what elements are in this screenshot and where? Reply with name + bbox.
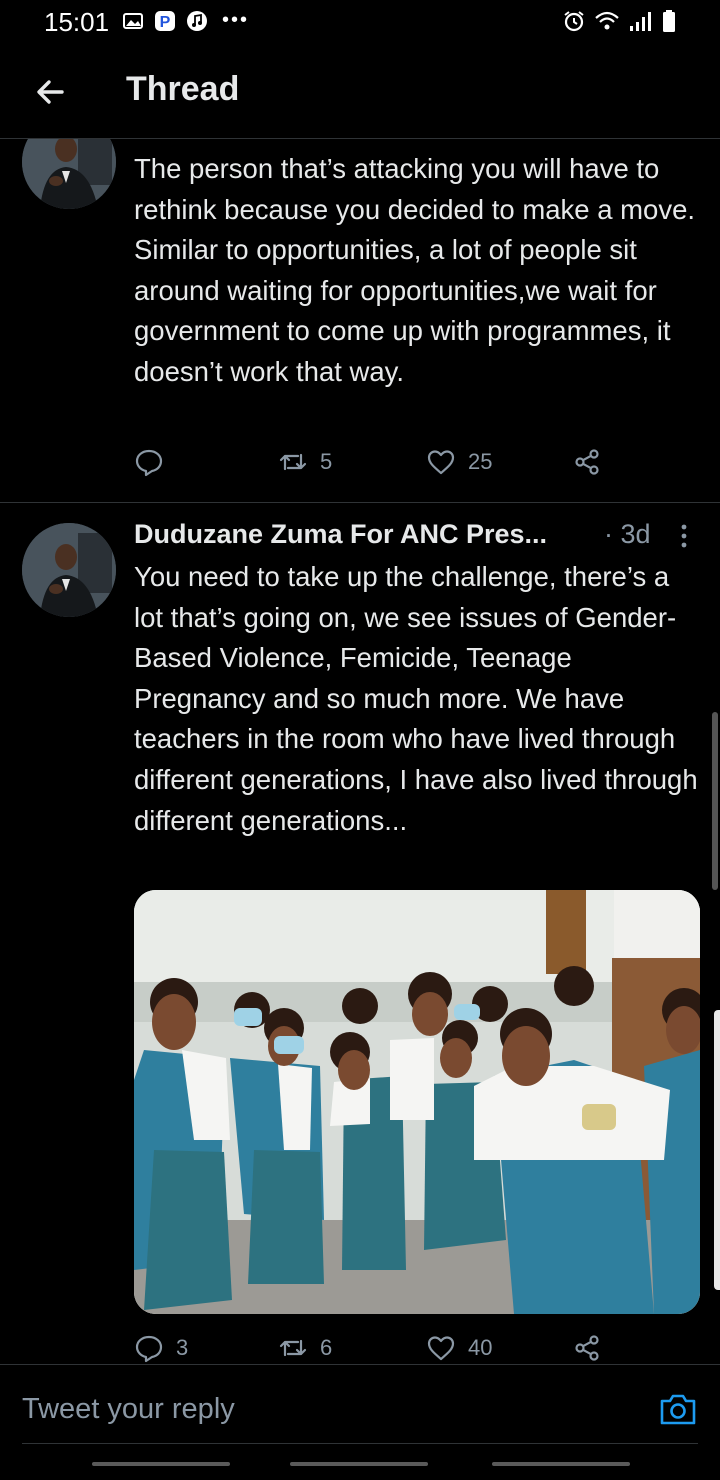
reply-bar: Tweet your reply bbox=[0, 1364, 720, 1445]
camera-icon[interactable] bbox=[658, 1389, 698, 1429]
more-notifications-icon: ••• bbox=[222, 9, 250, 31]
status-bar: 15:01 P ••• bbox=[0, 0, 720, 44]
tweet-text: The person that’s attacking you will hav… bbox=[134, 153, 696, 387]
reply-icon bbox=[135, 1335, 163, 1363]
alarm-icon bbox=[564, 11, 584, 32]
svg-text:P: P bbox=[160, 14, 171, 31]
nav-recent-hint[interactable] bbox=[92, 1462, 230, 1466]
reply-input[interactable]: Tweet your reply bbox=[22, 1393, 235, 1426]
retweet-count: 6 bbox=[320, 1335, 333, 1360]
edge-panel-handle[interactable] bbox=[714, 1010, 720, 1290]
retweet-button[interactable]: 5 bbox=[278, 447, 332, 477]
reply-button[interactable]: 3 bbox=[134, 1333, 188, 1363]
page-title: Thread bbox=[126, 70, 240, 108]
back-arrow-icon[interactable] bbox=[30, 72, 70, 112]
like-icon bbox=[427, 450, 455, 475]
like-button[interactable]: 25 bbox=[426, 447, 492, 477]
share-icon bbox=[575, 449, 599, 475]
share-button[interactable] bbox=[572, 447, 602, 477]
share-icon bbox=[575, 1335, 599, 1361]
notification-icons: P ••• bbox=[122, 9, 249, 32]
retweet-button[interactable]: 6 bbox=[278, 1333, 332, 1363]
like-count: 25 bbox=[468, 449, 493, 474]
battery-icon bbox=[663, 10, 675, 32]
tweet-actions: 5 25 bbox=[134, 447, 614, 487]
tweet-time: · 3d bbox=[604, 519, 651, 549]
status-time: 15:01 bbox=[44, 7, 110, 37]
group-photo bbox=[134, 890, 700, 1314]
nav-home-hint[interactable] bbox=[290, 1462, 428, 1466]
gallery-icon bbox=[123, 12, 143, 29]
app-p-icon: P bbox=[155, 10, 175, 31]
reply-button[interactable] bbox=[134, 447, 176, 477]
nav-back-hint[interactable] bbox=[492, 1462, 630, 1466]
tweet-header: Duduzane Zuma For ANC Pres... · 3d bbox=[134, 515, 700, 555]
like-icon bbox=[427, 1336, 455, 1361]
tweet[interactable]: The person that’s attacking you will hav… bbox=[0, 115, 720, 501]
scrollbar[interactable] bbox=[712, 712, 718, 890]
reply-underline bbox=[22, 1443, 698, 1444]
tweet-photo[interactable] bbox=[134, 890, 700, 1314]
avatar[interactable] bbox=[22, 523, 116, 617]
retweet-icon bbox=[279, 1339, 307, 1357]
music-icon bbox=[187, 10, 207, 31]
tweet[interactable]: Duduzane Zuma For ANC Pres... · 3d You n… bbox=[0, 503, 720, 1363]
top-bar-overlay: Thread bbox=[0, 44, 720, 139]
like-button[interactable]: 40 bbox=[426, 1333, 492, 1363]
signal-icon bbox=[630, 12, 651, 31]
author-name[interactable]: Duduzane Zuma For ANC Pres... bbox=[134, 519, 547, 550]
retweet-icon bbox=[279, 453, 307, 471]
avatar-photo bbox=[22, 523, 116, 617]
like-count: 40 bbox=[468, 1335, 493, 1360]
reply-icon bbox=[135, 449, 163, 477]
more-icon[interactable] bbox=[674, 521, 694, 551]
system-icons bbox=[562, 9, 676, 33]
reply-count: 3 bbox=[176, 1335, 189, 1360]
wifi-icon bbox=[595, 11, 619, 30]
retweet-count: 5 bbox=[320, 449, 333, 474]
tweet-text: You need to take up the challenge, there… bbox=[134, 561, 698, 836]
share-button[interactable] bbox=[572, 1333, 602, 1363]
